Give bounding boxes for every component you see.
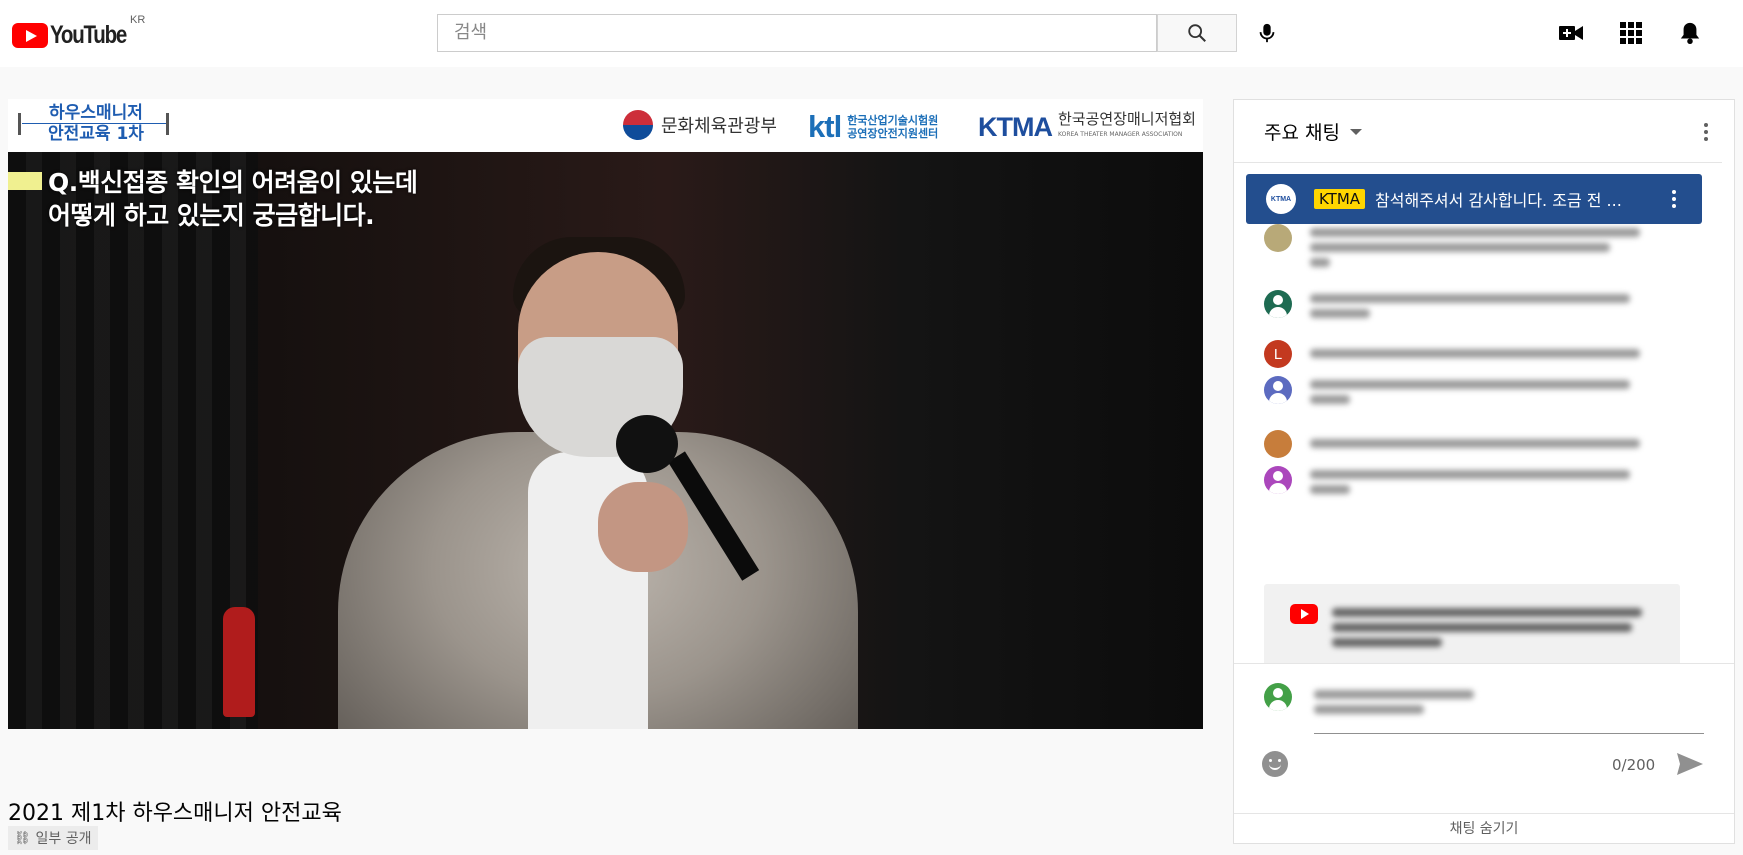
person-figure-icon <box>18 113 21 135</box>
voice-search-button[interactable] <box>1252 18 1282 48</box>
avatar <box>1264 376 1292 404</box>
taegeuk-icon <box>623 110 653 140</box>
chat-message <box>1264 290 1630 324</box>
link-icon: ⛓ <box>14 830 31 846</box>
video-question-caption: Q.백신접종 확인의 어려움이 있는데 어떻게 하고 있는지 궁금합니다. <box>48 166 418 232</box>
banner-title: 하우스매니저 안전교육 1차 <box>48 103 144 144</box>
send-icon[interactable] <box>1676 752 1704 776</box>
create-video-icon <box>1559 26 1583 40</box>
chat-input-underline[interactable] <box>1314 733 1704 734</box>
person-figure-icon <box>166 113 169 135</box>
avatar <box>1264 224 1292 252</box>
chat-message <box>1264 376 1630 410</box>
emoji-icon[interactable] <box>1262 751 1288 777</box>
chat-header: 주요 채팅 <box>1234 100 1734 163</box>
search-box[interactable] <box>437 14 1157 52</box>
blurred-message <box>1310 340 1640 364</box>
privacy-badge: ⛓ 일부 공개 <box>8 826 98 850</box>
top-bar: YouTube KR <box>0 0 1743 67</box>
caret-down-icon <box>1349 128 1362 135</box>
apps-grid-icon <box>1620 22 1642 44</box>
ktl-logo-text: ktl <box>808 109 842 144</box>
chat-message <box>1264 224 1640 273</box>
author-badge: KTMA <box>1314 189 1366 209</box>
ktl-subtitle: 한국산업기술시험원 공연장안전지원센터 <box>847 114 939 140</box>
hide-chat-button[interactable]: 채팅 숨기기 <box>1234 813 1734 843</box>
fire-extinguisher <box>223 607 255 717</box>
blurred-message <box>1310 430 1640 454</box>
blurred-username <box>1314 686 1474 720</box>
chat-message <box>1264 466 1630 500</box>
more-vert-icon <box>1672 197 1676 201</box>
ktma-logo: KTMA 한국공연장매니저협회 KOREA THEATER MANAGER ASS… <box>978 111 1196 143</box>
stage-curtain <box>8 152 258 729</box>
question-marker <box>8 172 42 190</box>
ktma-name: 한국공연장매니저협회 <box>1057 110 1196 128</box>
ktma-subtitle: 한국공연장매니저협회 KOREA THEATER MANAGER ASSOCIAT… <box>1058 111 1196 143</box>
avatar <box>1264 430 1292 458</box>
chat-message: L <box>1264 340 1640 368</box>
mcst-logo: 문화체육관광부 <box>623 110 777 140</box>
blurred-message <box>1310 376 1630 410</box>
region-code: KR <box>130 14 146 26</box>
search-button[interactable] <box>1157 14 1237 52</box>
mcst-name: 문화체육관광부 <box>661 116 777 137</box>
question-line-1: Q.백신접종 확인의 어려움이 있는데 <box>48 168 418 197</box>
logo-text: YouTube <box>50 21 127 49</box>
create-button[interactable] <box>1556 18 1586 48</box>
blurred-message <box>1310 224 1640 273</box>
notifications-button[interactable] <box>1675 18 1705 48</box>
more-vert-icon <box>1704 130 1708 134</box>
video-title: 2021 제1차 하우스매니저 안전교육 <box>8 801 342 826</box>
video-letterbox <box>8 729 1203 771</box>
search-input[interactable] <box>438 15 1070 49</box>
chat-composer: 0/200 <box>1234 663 1734 814</box>
ktma-english-name: KOREA THEATER MANAGER ASSOCIATION <box>1057 131 1183 138</box>
character-counter: 0/200 <box>1612 756 1656 774</box>
user-avatar <box>1264 683 1292 711</box>
chat-mode-label: 주요 채팅 <box>1264 122 1340 144</box>
chat-message <box>1264 430 1640 458</box>
chat-mode-dropdown[interactable]: 주요 채팅 <box>1264 118 1362 145</box>
privacy-label: 일부 공개 <box>35 831 92 847</box>
pinned-message-text: 참석해주셔서 감사합니다. 조금 전 ... <box>1375 191 1622 210</box>
ktma-logo-text: KTMA <box>978 111 1053 142</box>
video-frame[interactable]: Q.백신접종 확인의 어려움이 있는데 어떻게 하고 있는지 궁금합니다. <box>8 152 1203 729</box>
speaker-hand <box>598 482 688 572</box>
blurred-message <box>1310 290 1630 324</box>
youtube-play-icon <box>12 23 48 48</box>
live-chat-panel: 주요 채팅 KTMA KTMA 참석해주셔서 감사합니다. 조금 전 ... L <box>1233 99 1735 844</box>
video-banner: 하우스매니저 안전교육 1차 문화체육관광부 ktl 한국산업기술시험원 공연장… <box>8 99 1203 152</box>
notifications-bell-icon <box>1680 22 1700 44</box>
youtube-play-icon <box>1290 604 1318 624</box>
chat-more-button[interactable] <box>1694 120 1718 144</box>
search-icon <box>1188 24 1206 42</box>
handheld-mic-head <box>616 415 678 473</box>
pinned-more-button[interactable] <box>1662 187 1686 211</box>
apps-button[interactable] <box>1616 18 1646 48</box>
blurred-message <box>1310 466 1630 500</box>
avatar <box>1264 466 1292 494</box>
avatar <box>1264 290 1292 318</box>
ktl-logo: ktl 한국산업기술시험원 공연장안전지원센터 <box>808 109 938 145</box>
microphone-icon <box>1259 23 1275 43</box>
avatar: L <box>1264 340 1292 368</box>
youtube-logo[interactable]: YouTube <box>12 21 143 50</box>
question-line-2: 어떻게 하고 있는지 궁금합니다. <box>48 201 375 230</box>
pinned-message[interactable]: KTMA KTMA 참석해주셔서 감사합니다. 조금 전 ... <box>1246 174 1702 224</box>
ktma-avatar: KTMA <box>1266 184 1296 214</box>
